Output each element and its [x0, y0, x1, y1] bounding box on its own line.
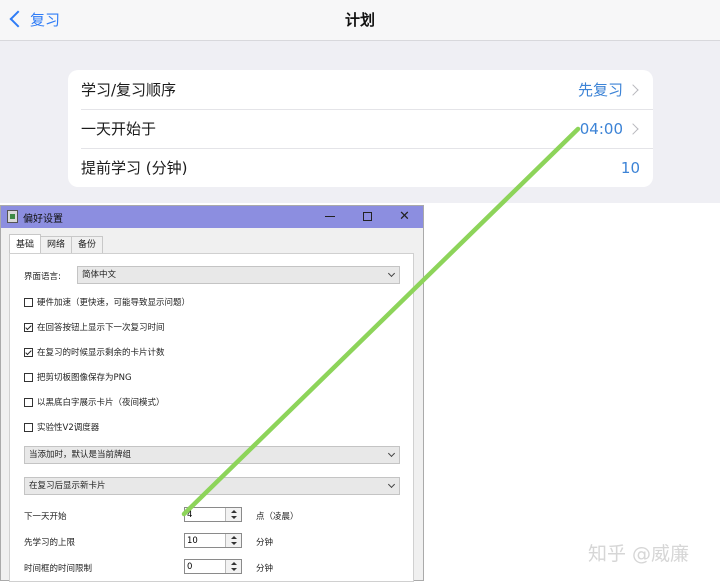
checkbox-label: 以黑底白字展示卡片（夜间模式） — [37, 398, 165, 408]
dialog-title: 偏好设置 — [23, 214, 63, 225]
ipad-navigation-bar: 复习 计划 — [0, 0, 720, 41]
close-icon: ✕ — [399, 209, 410, 224]
arrow-up-icon[interactable] — [231, 536, 237, 539]
dialog-titlebar[interactable]: 偏好设置 ✕ — [1, 206, 423, 228]
tab-basic[interactable]: 基础 — [9, 234, 42, 253]
language-select[interactable]: 简体中文 — [77, 266, 400, 284]
row-study-review-order[interactable]: 学习/复习顺序 先复习 — [68, 70, 653, 109]
next-day-starts-label: 下一天开始 — [24, 512, 67, 522]
next-day-starts-spinner[interactable] — [184, 507, 242, 522]
page-title: 计划 — [344, 11, 375, 29]
tab-backup[interactable]: 备份 — [71, 236, 104, 253]
arrow-down-icon[interactable] — [231, 542, 237, 545]
new-cards-order-value: 在复习后显示新卡片 — [29, 481, 106, 491]
next-day-starts-input[interactable] — [187, 508, 223, 521]
minimize-icon — [325, 216, 335, 217]
row-learn-ahead-minutes[interactable]: 提前学习 (分钟) 10 — [68, 148, 653, 187]
checkbox-v2-scheduler[interactable]: 实验性V2调度器 — [24, 421, 99, 433]
timebox-limit-spinner[interactable] — [184, 559, 242, 574]
arrow-up-icon[interactable] — [231, 562, 237, 565]
close-button[interactable]: ✕ — [387, 206, 424, 228]
checkbox-box[interactable] — [24, 372, 33, 382]
spinner-arrows[interactable] — [225, 534, 241, 547]
chevron-down-icon — [387, 480, 396, 489]
checkbox-night-mode[interactable]: 以黑底白字展示卡片（夜间模式） — [24, 396, 165, 408]
watermark: 知乎 @威廉 — [588, 543, 690, 565]
checkbox-box[interactable] — [24, 397, 33, 407]
checkbox-box[interactable] — [24, 347, 33, 357]
app-icon — [7, 210, 18, 223]
checkbox-label: 实验性V2调度器 — [37, 423, 100, 433]
row-value: 04:00 — [579, 119, 623, 138]
row-value: 先复习 — [577, 81, 623, 99]
timebox-limit-input[interactable] — [187, 560, 223, 573]
new-cards-order-select[interactable]: 在复习后显示新卡片 — [24, 477, 400, 495]
checkbox-label: 把剪切板图像保存为PNG — [37, 373, 132, 383]
checkbox-box[interactable] — [24, 297, 33, 307]
schedule-settings-card: 学习/复习顺序 先复习 一天开始于 04:00 提前学习 (分钟) 10 — [68, 70, 653, 187]
learn-ahead-limit-spinner[interactable] — [184, 533, 242, 548]
checkbox-box[interactable] — [24, 322, 33, 332]
learn-ahead-limit-unit: 分钟 — [256, 538, 274, 548]
timebox-limit-label: 时间框的时间限制 — [24, 564, 93, 574]
tab-bar: 基础 网络 备份 — [9, 234, 104, 253]
chevron-right-icon — [627, 83, 639, 96]
spinner-arrows[interactable] — [225, 508, 241, 521]
spinner-arrows[interactable] — [225, 560, 241, 573]
row-day-starts-at[interactable]: 一天开始于 04:00 — [68, 109, 653, 148]
row-label: 一天开始于 — [81, 120, 157, 138]
arrow-down-icon[interactable] — [231, 516, 237, 519]
row-label: 学习/复习顺序 — [81, 81, 177, 99]
checkbox-hardware-acceleration[interactable]: 硬件加速（更快速，可能导致显示问题） — [24, 296, 190, 308]
add-default-deck-value: 当添加时，默认是当前牌组 — [29, 450, 132, 460]
checkbox-show-next-review-time[interactable]: 在回答按钮上显示下一次复习时间 — [24, 321, 165, 333]
row-value: 10 — [620, 158, 640, 177]
language-select-value: 简体中文 — [82, 270, 117, 280]
basic-tab-panel: 界面语言: 简体中文 硬件加速（更快速，可能导致显示问题） 在回答按钮上显示下一… — [9, 253, 414, 582]
checkbox-label: 硬件加速（更快速，可能导致显示问题） — [37, 298, 191, 308]
checkbox-paste-png[interactable]: 把剪切板图像保存为PNG — [24, 371, 132, 383]
learn-ahead-limit-label: 先学习的上限 — [24, 538, 76, 548]
chevron-right-icon — [627, 122, 639, 135]
chevron-down-icon — [387, 449, 396, 458]
add-default-deck-select[interactable]: 当添加时，默认是当前牌组 — [24, 446, 400, 464]
language-label: 界面语言: — [24, 272, 61, 282]
preferences-dialog: 偏好设置 ✕ 基础 网络 备份 界面语言: 简体中文 硬件加速（更快速，可能导致… — [0, 205, 424, 582]
tab-network[interactable]: 网络 — [40, 236, 73, 253]
arrow-down-icon[interactable] — [231, 568, 237, 571]
learn-ahead-limit-input[interactable] — [187, 534, 223, 547]
checkbox-show-remaining-count[interactable]: 在复习的时候显示剩余的卡片计数 — [24, 346, 165, 358]
arrow-up-icon[interactable] — [231, 510, 237, 513]
row-label: 提前学习 (分钟) — [81, 159, 188, 177]
checkbox-label: 在复习的时候显示剩余的卡片计数 — [37, 348, 165, 358]
maximize-button[interactable] — [350, 206, 387, 228]
timebox-limit-unit: 分钟 — [256, 564, 274, 574]
minimize-button[interactable] — [312, 206, 349, 228]
chevron-down-icon — [387, 269, 396, 278]
checkbox-label: 在回答按钮上显示下一次复习时间 — [37, 323, 165, 333]
next-day-starts-unit: 点（凌晨） — [256, 512, 299, 522]
maximize-icon — [363, 212, 372, 221]
checkbox-box[interactable] — [24, 422, 33, 432]
